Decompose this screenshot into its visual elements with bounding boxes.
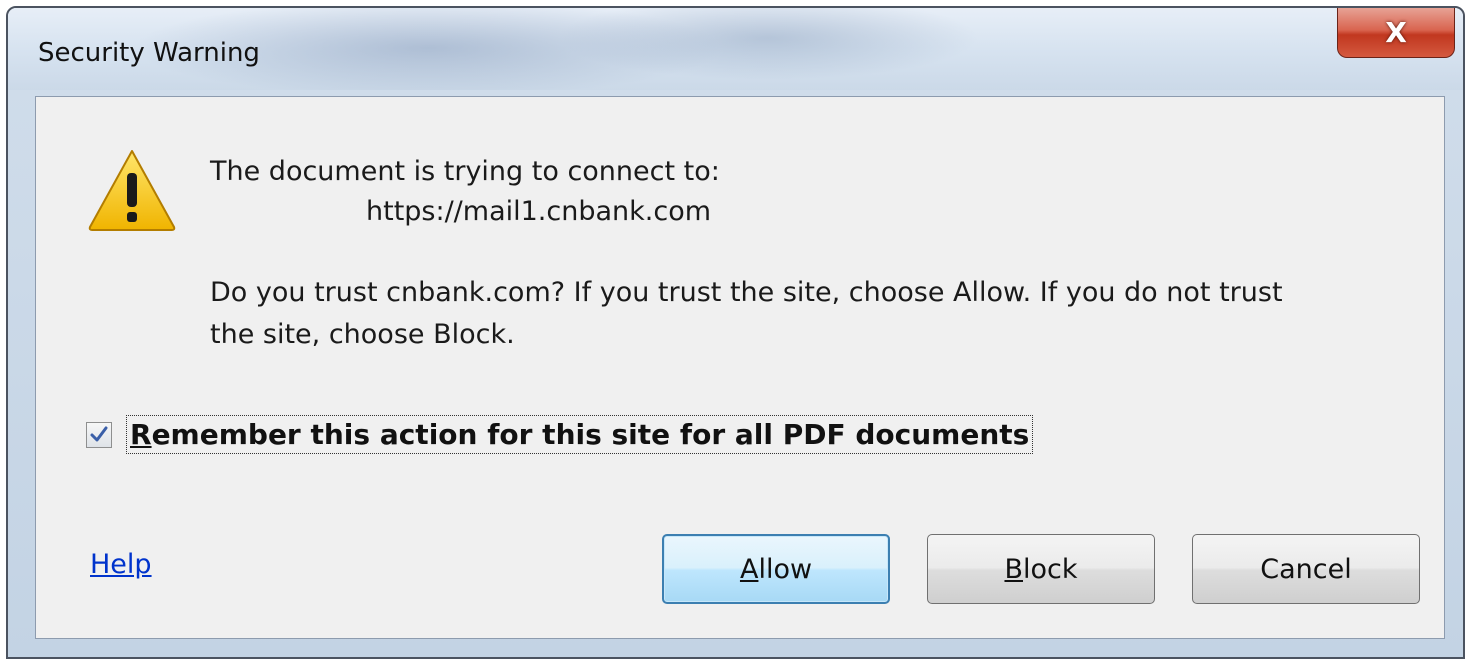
target-url: https://mail1.cnbank.com bbox=[366, 196, 712, 227]
help-link[interactable]: Help bbox=[90, 549, 152, 580]
title-bar[interactable]: Security Warning X bbox=[8, 8, 1463, 90]
close-button[interactable]: X bbox=[1337, 8, 1455, 58]
connect-message: The document is trying to connect to: bbox=[210, 156, 720, 187]
remember-label[interactable]: Remember this action for this site for a… bbox=[126, 415, 1034, 454]
allow-label: llow bbox=[758, 553, 813, 585]
checkmark-icon bbox=[90, 426, 108, 441]
close-icon: X bbox=[1385, 16, 1407, 49]
trust-question-line1: Do you trust cnbank.com? If you trust th… bbox=[210, 277, 1283, 308]
block-button[interactable]: Block bbox=[927, 534, 1155, 604]
remember-mnemonic: R bbox=[130, 418, 152, 451]
dialog-title: Security Warning bbox=[38, 38, 260, 68]
remember-action-row[interactable]: Remember this action for this site for a… bbox=[86, 415, 1034, 454]
security-warning-dialog: Security Warning X The document is tryin… bbox=[6, 6, 1465, 659]
block-mnemonic: B bbox=[1004, 553, 1023, 585]
cancel-button[interactable]: Cancel bbox=[1192, 534, 1420, 604]
remember-label-text: emember this action for this site for al… bbox=[151, 418, 1030, 451]
cancel-label: Cancel bbox=[1260, 553, 1352, 585]
warning-triangle-icon bbox=[88, 150, 176, 231]
allow-mnemonic: A bbox=[739, 553, 759, 585]
block-label: lock bbox=[1023, 553, 1078, 585]
remember-checkbox[interactable] bbox=[86, 421, 112, 448]
dialog-body: The document is trying to connect to: ht… bbox=[35, 96, 1445, 639]
trust-question-line2: the site, choose Block. bbox=[210, 319, 515, 350]
allow-button[interactable]: Allow bbox=[662, 534, 890, 604]
